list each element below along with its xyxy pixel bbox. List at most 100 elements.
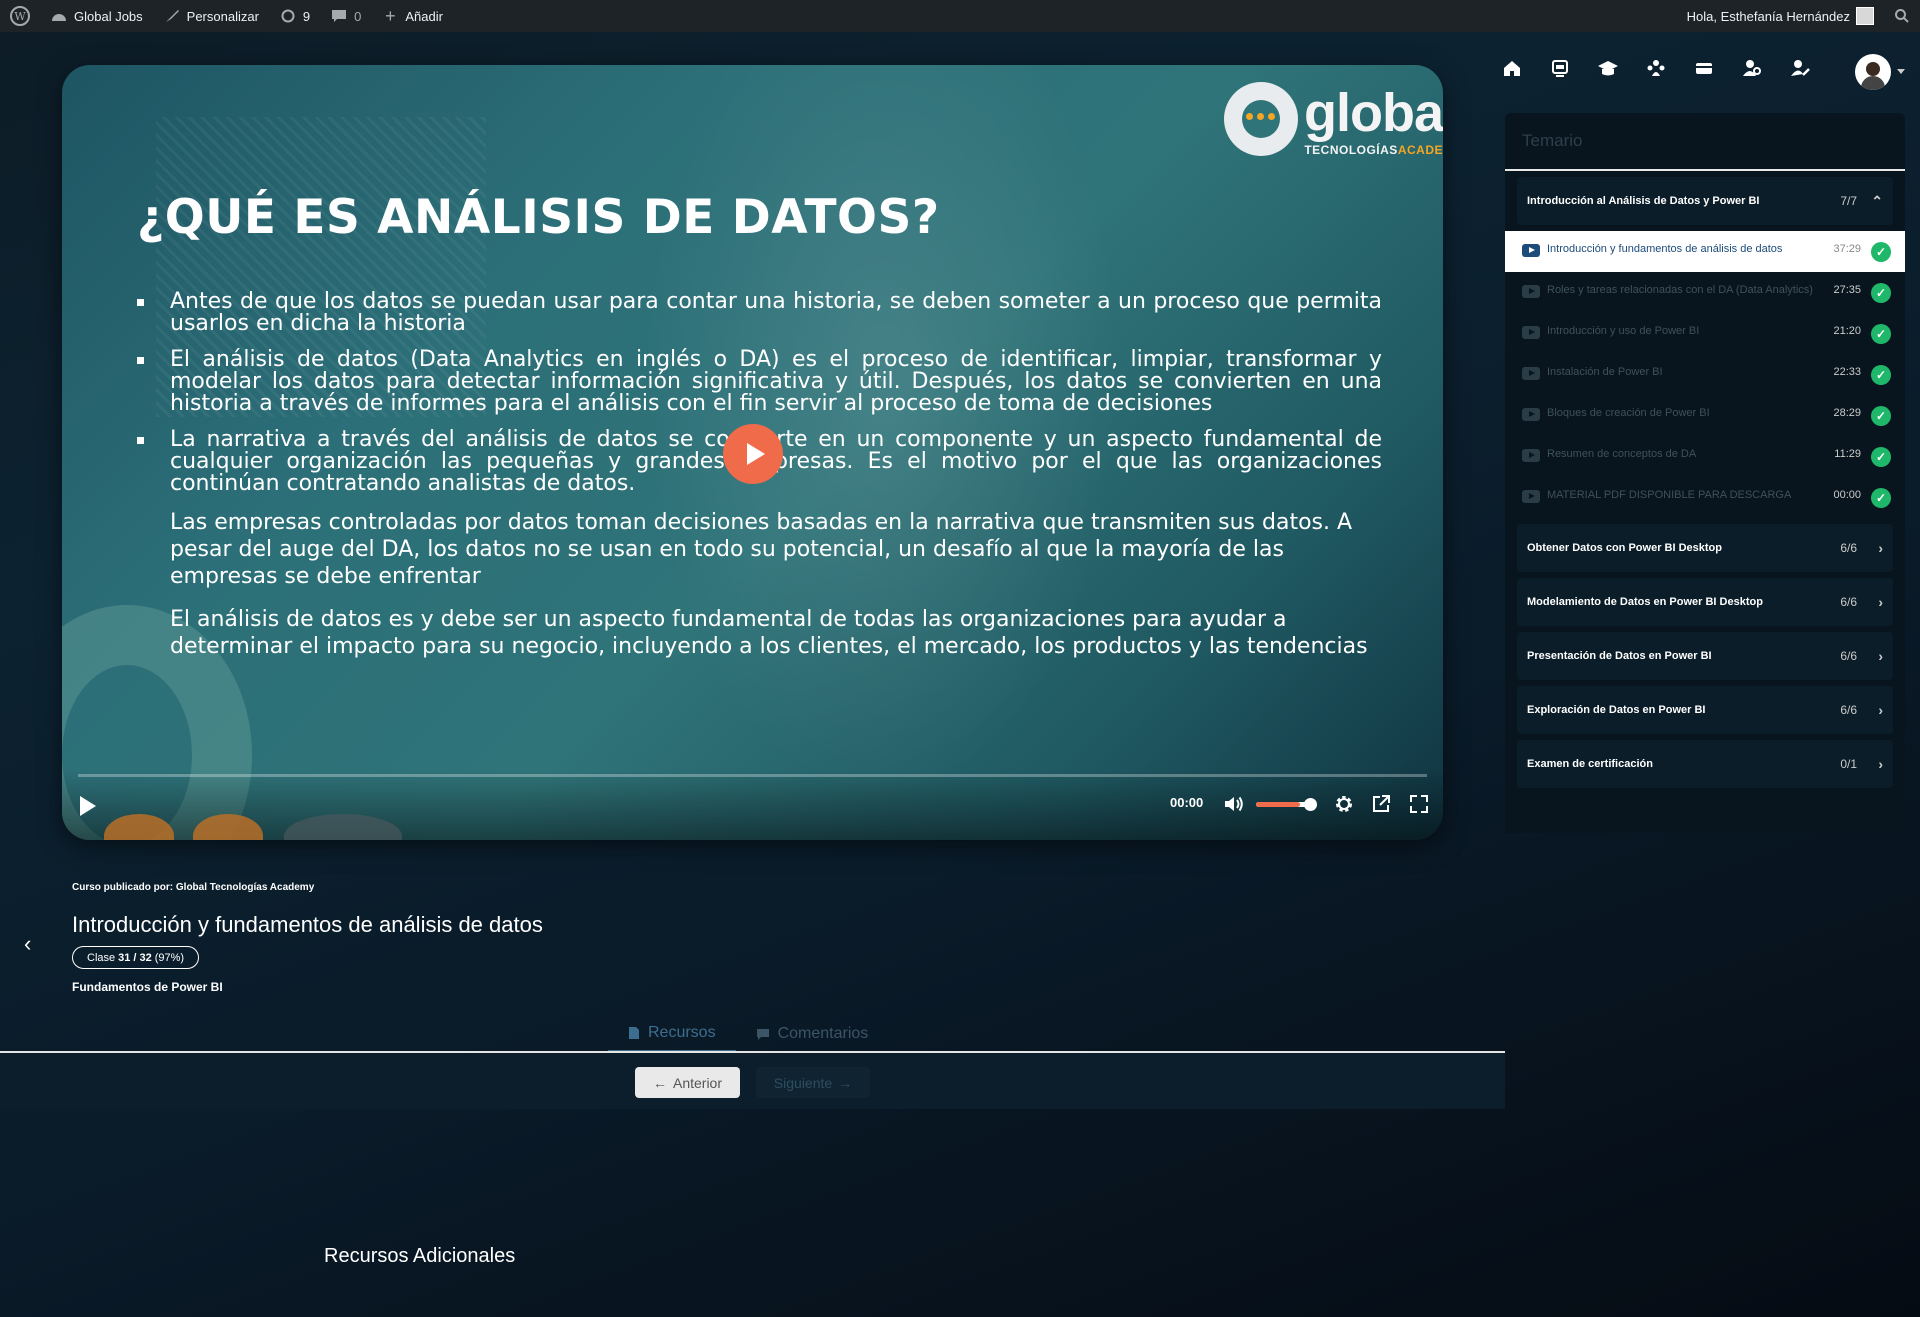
- lesson-item[interactable]: MATERIAL PDF DISPONIBLE PARA DESCARGA 00…: [1505, 477, 1905, 518]
- section-header[interactable]: Examen de certificación 0/1 ›: [1517, 740, 1893, 788]
- next-button[interactable]: Siguiente →: [756, 1067, 870, 1098]
- admin-search-icon[interactable]: [1884, 0, 1920, 32]
- course-name: Fundamentos de Power BI: [72, 980, 223, 994]
- lesson-nav-bar: [0, 1053, 1505, 1109]
- lesson-duration: 27:35: [1833, 284, 1861, 296]
- lesson-duration: 00:00: [1833, 489, 1861, 501]
- logo-subtitle: TECNOLOGÍASACADE: [1304, 143, 1443, 157]
- section-count: 6/6: [1840, 541, 1857, 555]
- fullscreen-icon[interactable]: [1407, 792, 1431, 816]
- section-header[interactable]: Introducción al Análisis de Datos y Powe…: [1517, 177, 1893, 225]
- slide-decoration: [284, 814, 402, 840]
- back-arrow-icon[interactable]: ‹: [24, 931, 31, 957]
- lesson-duration: 28:29: [1833, 407, 1861, 419]
- chevron-up-icon[interactable]: ⌃: [1871, 193, 1883, 210]
- users-icon[interactable]: [1644, 56, 1668, 80]
- lesson-duration: 22:33: [1833, 366, 1861, 378]
- updates-icon: [279, 7, 297, 25]
- site-name-label: Global Jobs: [74, 8, 143, 24]
- section-count: 6/6: [1840, 595, 1857, 609]
- slide-bullet: El análisis de datos (Data Analytics en …: [137, 349, 1382, 415]
- section-count: 6/6: [1840, 703, 1857, 717]
- wallet-icon[interactable]: [1692, 56, 1716, 80]
- lesson-duration: 21:20: [1833, 325, 1861, 337]
- video-lesson-icon: [1522, 285, 1540, 298]
- video-lesson-icon: [1522, 326, 1540, 339]
- slide-bullet: Antes de que los datos se puedan usar pa…: [137, 291, 1382, 335]
- slide-paragraph: Las empresas controladas por datos toman…: [170, 510, 1353, 589]
- video-player[interactable]: globa TECNOLOGÍASACADE ¿QUÉ ES ANÁLISIS …: [62, 65, 1443, 840]
- external-link-icon[interactable]: [1369, 792, 1393, 816]
- site-name-link[interactable]: Global Jobs: [40, 0, 153, 32]
- chevron-down-icon[interactable]: [1897, 69, 1905, 74]
- wordpress-logo-icon[interactable]: W: [0, 0, 40, 32]
- comment-icon: [330, 7, 348, 25]
- lesson-item[interactable]: Bloques de creación de Power BI 28:29 ✓: [1505, 395, 1905, 436]
- settings-gear-icon[interactable]: [1332, 792, 1356, 816]
- additional-resources-heading: Recursos Adicionales: [324, 1245, 516, 1267]
- check-icon: ✓: [1871, 365, 1891, 385]
- chevron-right-icon[interactable]: ›: [1878, 648, 1883, 664]
- customize-link[interactable]: Personalizar: [153, 0, 269, 32]
- progress-bar[interactable]: [78, 774, 1427, 777]
- tab-comments[interactable]: Comentarios: [736, 1016, 889, 1052]
- tab-resources[interactable]: Recursos: [608, 1016, 736, 1052]
- svg-text:W: W: [14, 10, 26, 23]
- home-icon[interactable]: [1500, 56, 1524, 80]
- section-header[interactable]: Modelamiento de Datos en Power BI Deskto…: [1517, 578, 1893, 626]
- lesson-tabs: Recursos Comentarios: [608, 1016, 888, 1052]
- arrow-right-icon: →: [838, 1074, 853, 1091]
- chevron-right-icon[interactable]: ›: [1878, 756, 1883, 772]
- arrow-left-icon: ←: [652, 1074, 667, 1091]
- chevron-right-icon[interactable]: ›: [1878, 594, 1883, 610]
- lesson-item[interactable]: Roles y tareas relacionadas con el DA (D…: [1505, 272, 1905, 313]
- updates-link[interactable]: 9: [269, 0, 320, 32]
- video-lesson-icon: [1522, 244, 1540, 257]
- check-icon: ✓: [1871, 447, 1891, 467]
- slide-title: ¿QUÉ ES ANÁLISIS DE DATOS?: [137, 190, 940, 245]
- user-edit-icon[interactable]: [1788, 56, 1812, 80]
- admin-avatar: [1856, 7, 1874, 25]
- check-icon: ✓: [1871, 324, 1891, 344]
- user-settings-icon[interactable]: [1740, 56, 1764, 80]
- lesson-item[interactable]: Introducción y uso de Power BI 21:20 ✓: [1505, 313, 1905, 354]
- lesson-item[interactable]: Instalación de Power BI 22:33 ✓: [1505, 354, 1905, 395]
- previous-button[interactable]: ← Anterior: [635, 1067, 740, 1098]
- lesson-duration: 11:29: [1834, 448, 1861, 460]
- comment-icon: [756, 1028, 769, 1040]
- play-icon[interactable]: [80, 796, 96, 816]
- class-label: Clase: [87, 951, 116, 964]
- big-play-button[interactable]: [723, 424, 783, 484]
- next-label: Siguiente: [773, 1074, 833, 1091]
- section-title: Presentación de Datos en Power BI: [1527, 650, 1712, 662]
- comments-link[interactable]: 0: [320, 0, 371, 32]
- academy-logo: globa TECNOLOGÍASACADE: [1224, 77, 1443, 161]
- courses-icon[interactable]: [1548, 56, 1572, 80]
- section-header[interactable]: Exploración de Datos en Power BI 6/6 ›: [1517, 686, 1893, 734]
- slide-paragraph: El análisis de datos es y debe ser un as…: [170, 607, 1368, 659]
- customize-label: Personalizar: [186, 8, 259, 24]
- published-by: Curso publicado por: Global Tecnologías …: [72, 882, 315, 893]
- lesson-title: Roles y tareas relacionadas con el DA (D…: [1547, 284, 1813, 296]
- plus-icon: +: [385, 5, 396, 26]
- tab-resources-label: Recursos: [648, 1024, 716, 1041]
- chevron-right-icon[interactable]: ›: [1878, 540, 1883, 556]
- graduation-cap-icon[interactable]: [1596, 56, 1620, 80]
- lesson-title: Bloques de creación de Power BI: [1547, 407, 1710, 419]
- user-avatar[interactable]: [1855, 54, 1891, 90]
- section-header[interactable]: Presentación de Datos en Power BI 6/6 ›: [1517, 632, 1893, 680]
- section-count: 0/1: [1840, 757, 1857, 771]
- lesson-duration: 37:29: [1833, 243, 1861, 255]
- check-icon: ✓: [1871, 283, 1891, 303]
- volume-slider[interactable]: [1256, 798, 1317, 811]
- add-new-link[interactable]: + Añadir: [371, 0, 453, 32]
- volume-icon[interactable]: [1222, 792, 1246, 816]
- chevron-right-icon[interactable]: ›: [1878, 702, 1883, 718]
- video-lesson-icon: [1522, 449, 1540, 462]
- my-account-link[interactable]: Hola, Esthefanía Hernández: [1677, 0, 1884, 32]
- lesson-item[interactable]: Introducción y fundamentos de análisis d…: [1505, 231, 1905, 272]
- section-title: Modelamiento de Datos en Power BI Deskto…: [1527, 596, 1763, 608]
- section-header[interactable]: Obtener Datos con Power BI Desktop 6/6 ›: [1517, 524, 1893, 572]
- section-title: Exploración de Datos en Power BI: [1527, 704, 1706, 716]
- lesson-item[interactable]: Resumen de conceptos de DA 11:29 ✓: [1505, 436, 1905, 477]
